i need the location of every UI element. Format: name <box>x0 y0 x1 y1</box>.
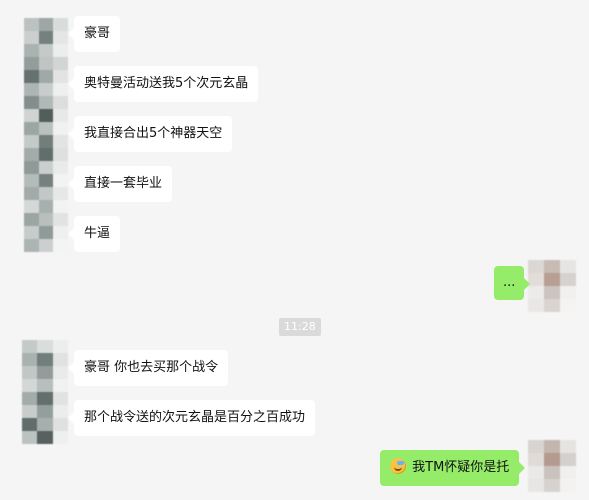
message-text: 直接一套毕业 <box>84 176 163 191</box>
face-with-tears-emoji-icon <box>390 458 406 474</box>
message-text: 豪哥 <box>84 26 111 41</box>
message-text: 我直接合出5个神器天空 <box>84 126 223 141</box>
message-text: 豪哥 你也去买那个战令 <box>84 360 219 375</box>
message-text: ... <box>503 275 516 290</box>
message-bubble[interactable]: 直接一套毕业 <box>67 166 173 202</box>
timestamp: 11:28 <box>279 318 321 336</box>
contact-avatar[interactable] <box>22 340 68 444</box>
message-bubble[interactable]: 那个战令送的次元玄晶是百分之百成功 <box>67 400 316 436</box>
message-text: 我TM怀疑你是托 <box>412 460 510 475</box>
chat-window: 豪哥 奥特曼活动送我5个次元玄晶 我直接合出5个神器天空 直接一套毕业 牛逼 .… <box>0 0 589 500</box>
contact-avatar[interactable] <box>24 18 68 252</box>
message-text: 那个战令送的次元玄晶是百分之百成功 <box>84 410 306 425</box>
message-bubble[interactable]: 奥特曼活动送我5个次元玄晶 <box>67 66 259 102</box>
message-bubble-self[interactable]: ... <box>494 266 531 300</box>
message-bubble-self[interactable]: 我TM怀疑你是托 <box>380 450 526 486</box>
message-bubble[interactable]: 豪哥 你也去买那个战令 <box>67 350 229 386</box>
self-avatar[interactable] <box>528 440 576 492</box>
self-avatar[interactable] <box>528 260 576 312</box>
message-bubble[interactable]: 牛逼 <box>67 216 121 252</box>
message-text: 奥特曼活动送我5个次元玄晶 <box>84 76 249 91</box>
message-text: 牛逼 <box>84 226 111 241</box>
message-bubble[interactable]: 豪哥 <box>67 16 121 52</box>
message-bubble[interactable]: 我直接合出5个神器天空 <box>67 116 233 152</box>
